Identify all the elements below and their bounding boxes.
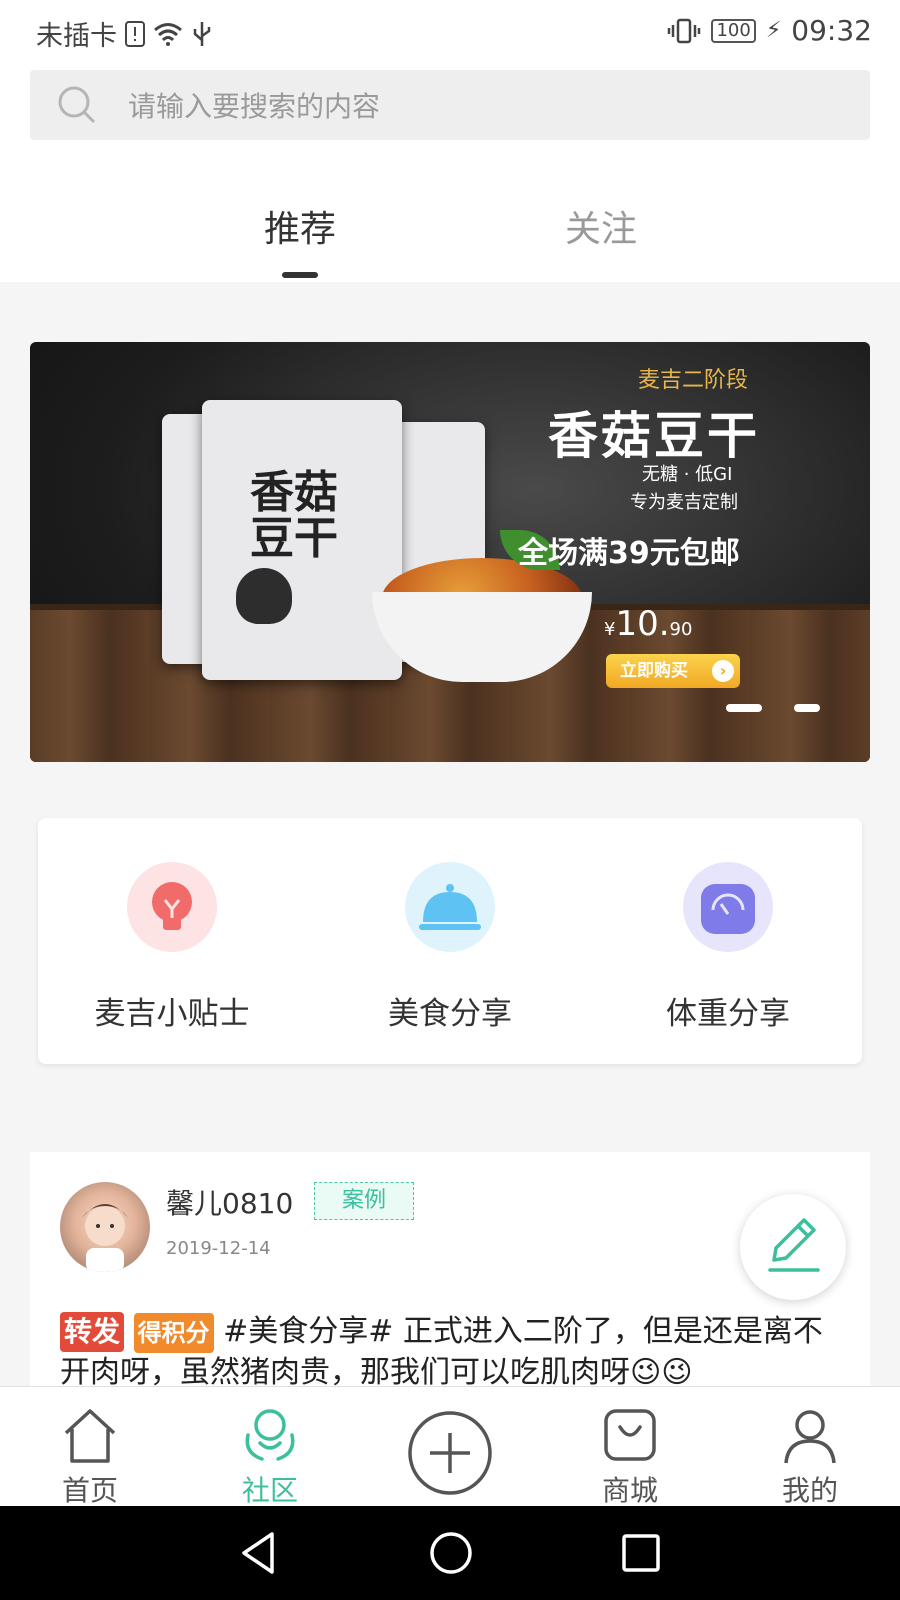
avatar[interactable] (60, 1182, 150, 1272)
nav-home[interactable]: 首页 (20, 1387, 160, 1507)
food-cloche-icon (405, 862, 495, 952)
tab-follow[interactable]: 关注 (565, 200, 637, 252)
category-tips[interactable]: 麦吉小贴士 (52, 862, 292, 1033)
status-right: 100 ⚡ 09:32 (667, 14, 872, 47)
search-input[interactable] (126, 70, 850, 142)
status-bar: 未插卡 100 ⚡ 09:32 (0, 0, 900, 62)
bottom-nav: 首页 社区 商城 我的 (0, 1386, 900, 1507)
category-food[interactable]: 美食分享 (330, 862, 570, 1033)
post-date: 2019-12-14 (166, 1238, 271, 1259)
nav-label: 首页 (61, 1474, 118, 1507)
add-icon (408, 1411, 492, 1495)
carousel-dot[interactable] (794, 704, 820, 712)
buy-now-button[interactable]: 立即购买 › (606, 654, 740, 688)
promo-banner[interactable]: 香菇豆干 麦吉二阶段 香菇豆干 无糖 · 低GI 专为麦吉定制 全场满39元包邮… (30, 342, 870, 762)
price-main: 10. (615, 604, 670, 644)
price-currency: ¥ (604, 619, 616, 640)
banner-subtitle-2: 专为麦吉定制 (630, 492, 738, 513)
nav-profile[interactable]: 我的 (740, 1387, 880, 1507)
tab-indicator (282, 272, 318, 278)
banner-stage: 麦吉二阶段 (638, 368, 749, 393)
header: 推荐 关注 (0, 62, 900, 282)
repost-badge: 转发 (60, 1312, 125, 1352)
wifi-icon (154, 22, 182, 46)
compose-button[interactable] (740, 1194, 846, 1300)
charging-icon: ⚡ (765, 18, 782, 43)
points-badge: 得积分 (133, 1313, 214, 1353)
pencil-icon (768, 1218, 820, 1272)
buy-now-label: 立即购买 (620, 661, 688, 681)
system-nav-bar (0, 1506, 900, 1600)
clock-text: 09:32 (791, 14, 872, 47)
nav-add[interactable] (380, 1387, 520, 1507)
tab-recommend[interactable]: 推荐 (264, 200, 336, 252)
lightbulb-icon (127, 862, 217, 952)
profile-icon (784, 1410, 836, 1464)
banner-title: 香菇豆干 (548, 407, 760, 465)
vibrate-icon (668, 18, 701, 43)
back-icon[interactable] (234, 1528, 284, 1578)
battery-icon: 100 (711, 18, 756, 43)
banner-subtitle-1: 无糖 · 低GI (642, 464, 733, 485)
search-icon (58, 86, 96, 124)
shop-bag-icon (604, 1409, 656, 1461)
package-title: 香菇豆干 (250, 467, 338, 564)
category-card: 麦吉小贴士 美食分享 体重分享 (38, 818, 862, 1064)
category-label: 麦吉小贴士 (94, 996, 250, 1032)
nav-community[interactable]: 社区 (200, 1387, 340, 1507)
category-label: 体重分享 (666, 996, 790, 1032)
price-cents: 90 (669, 619, 693, 640)
recents-icon[interactable] (616, 1528, 666, 1578)
community-icon (245, 1409, 295, 1461)
post-username[interactable]: 馨儿0810 (166, 1182, 293, 1222)
nav-shop[interactable]: 商城 (560, 1387, 700, 1507)
usb-icon (193, 21, 211, 46)
banner-promo: 全场满39元包邮 (518, 536, 740, 571)
banner-price: ¥10.90 (604, 604, 692, 644)
product-bag-front: 香菇豆干 (202, 400, 402, 680)
mascot-cat-icon (236, 568, 292, 624)
carrier-text: 未插卡 (36, 21, 117, 52)
home-circle-icon[interactable] (426, 1528, 476, 1578)
home-icon (64, 1409, 116, 1463)
post-tag-badge: 案例 (314, 1182, 414, 1220)
category-weight[interactable]: 体重分享 (608, 862, 848, 1033)
post-content: 转发 得积分 #美食分享# 正式进入二阶了，但是还是离不开肉呀，虽然猪肉贵，那我… (60, 1312, 850, 1393)
chevron-right-icon: › (712, 660, 734, 682)
nav-label: 社区 (241, 1474, 298, 1507)
search-bar[interactable] (30, 70, 870, 142)
sim-alert-icon (125, 20, 145, 47)
status-left: 未插卡 (36, 14, 213, 53)
category-label: 美食分享 (388, 996, 512, 1032)
nav-label: 商城 (601, 1474, 658, 1507)
nav-label: 我的 (781, 1474, 838, 1507)
scale-gauge-icon (683, 862, 773, 952)
carousel-dot-active[interactable] (726, 704, 762, 712)
